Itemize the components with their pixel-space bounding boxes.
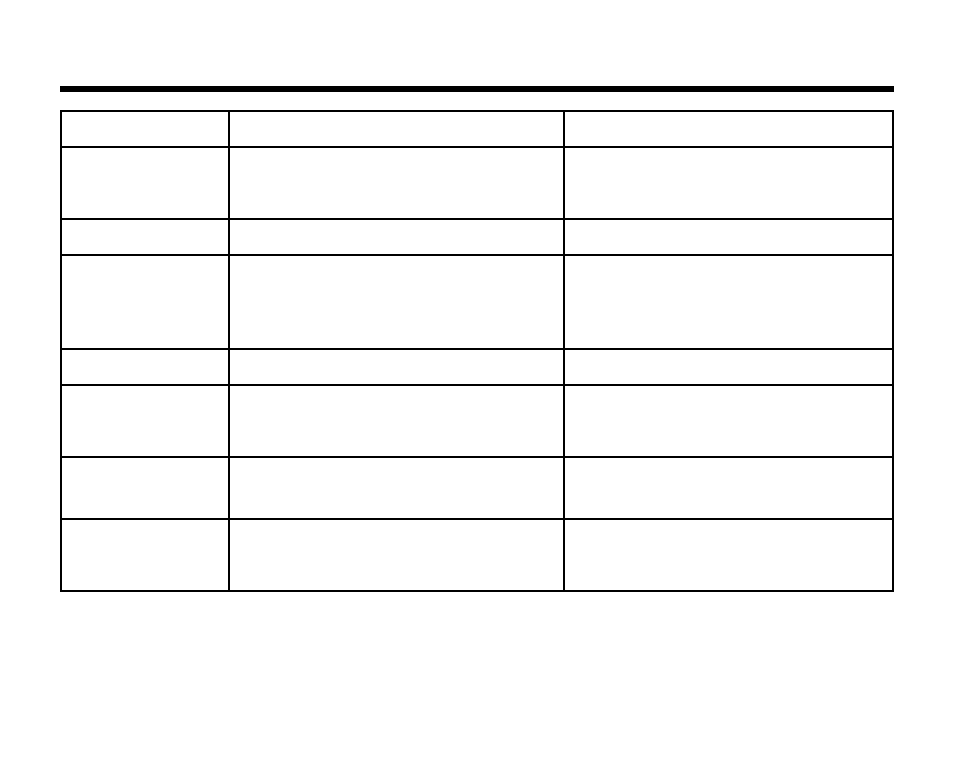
- cell-text: [565, 458, 892, 518]
- table-row: [61, 519, 893, 591]
- table-row: [61, 457, 893, 519]
- table-cell: [564, 385, 893, 457]
- table-row: [61, 147, 893, 219]
- table-row: [61, 349, 893, 385]
- cell-text: [565, 220, 892, 254]
- table-row: [61, 111, 893, 147]
- cell-text: [565, 148, 892, 218]
- table-cell: [61, 111, 229, 147]
- cell-text: [230, 256, 563, 348]
- cell-text: [230, 458, 563, 518]
- table-row: [61, 385, 893, 457]
- cell-text: [62, 458, 228, 518]
- table-cell: [564, 111, 893, 147]
- table-cell: [564, 349, 893, 385]
- cell-text: [62, 220, 228, 254]
- table-cell: [61, 147, 229, 219]
- cell-text: [62, 350, 228, 384]
- table-cell: [564, 255, 893, 349]
- table-cell: [229, 111, 564, 147]
- table-cell: [229, 147, 564, 219]
- cell-text: [565, 520, 892, 590]
- cell-text: [230, 148, 563, 218]
- cell-text: [230, 112, 563, 146]
- cell-text: [565, 350, 892, 384]
- cell-text: [230, 520, 563, 590]
- table-cell: [229, 349, 564, 385]
- table-cell: [564, 519, 893, 591]
- data-table: [60, 110, 894, 592]
- cell-text: [565, 386, 892, 456]
- table-row: [61, 255, 893, 349]
- document-page: [0, 0, 954, 781]
- table-cell: [229, 255, 564, 349]
- cell-text: [230, 350, 563, 384]
- table-cell: [564, 219, 893, 255]
- table-cell: [61, 457, 229, 519]
- cell-text: [565, 112, 892, 146]
- table-cell: [61, 385, 229, 457]
- table-row: [61, 219, 893, 255]
- cell-text: [62, 112, 228, 146]
- table-cell: [61, 255, 229, 349]
- table-cell: [61, 519, 229, 591]
- cell-text: [62, 386, 228, 456]
- horizontal-rule: [60, 86, 894, 92]
- table-cell: [564, 457, 893, 519]
- table-cell: [229, 219, 564, 255]
- table-cell: [61, 219, 229, 255]
- table-cell: [229, 457, 564, 519]
- cell-text: [62, 148, 228, 218]
- table-cell: [564, 147, 893, 219]
- cell-text: [62, 520, 228, 590]
- table-cell: [229, 519, 564, 591]
- cell-text: [62, 256, 228, 348]
- cell-text: [230, 220, 563, 254]
- cell-text: [230, 386, 563, 456]
- table-cell: [61, 349, 229, 385]
- table-cell: [229, 385, 564, 457]
- cell-text: [565, 256, 892, 348]
